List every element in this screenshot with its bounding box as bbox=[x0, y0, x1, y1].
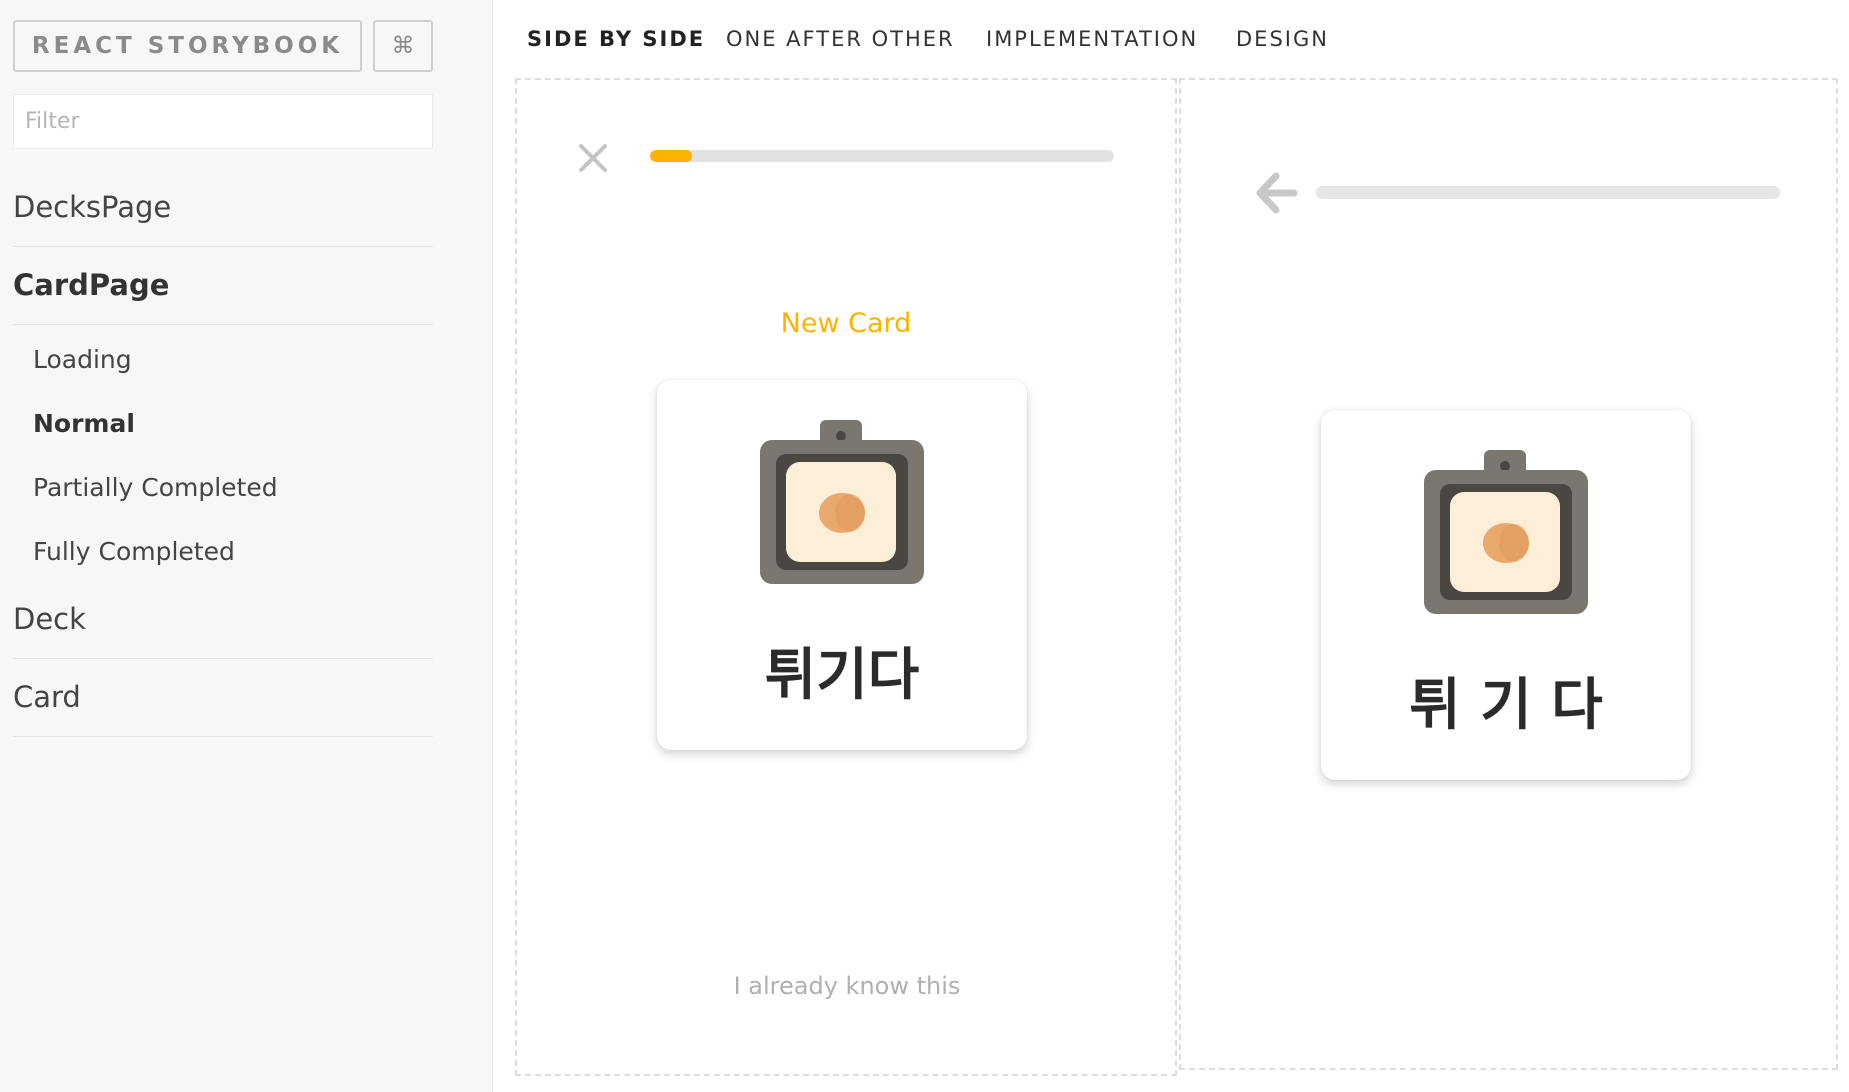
tab-side-by-side[interactable]: SIDE BY SIDE bbox=[527, 27, 705, 51]
sidebar-story-fully-completed[interactable]: Fully Completed bbox=[33, 537, 235, 566]
progress-bar bbox=[650, 150, 1114, 162]
flashcard[interactable]: 튀기다 bbox=[657, 380, 1027, 750]
card-word: 튀기다 bbox=[764, 643, 920, 708]
keyboard-shortcuts-button[interactable]: ⌘ bbox=[373, 20, 433, 72]
sidebar-kind-deckspage[interactable]: DecksPage bbox=[13, 190, 433, 247]
close-icon[interactable] bbox=[573, 138, 613, 178]
sidebar-kind-cardpage[interactable]: CardPage bbox=[13, 268, 433, 325]
tab-one-after-other[interactable]: ONE AFTER OTHER bbox=[726, 27, 955, 51]
design-flashcard: 튀 기 다 bbox=[1321, 410, 1691, 780]
sidebar-story-normal[interactable]: Normal bbox=[33, 409, 135, 438]
sidebar-kind-card[interactable]: Card bbox=[13, 680, 433, 737]
progress-fill bbox=[650, 150, 692, 162]
filter-input[interactable] bbox=[13, 94, 433, 149]
storybook-title-button[interactable]: REACT STORYBOOK bbox=[13, 20, 362, 72]
frying-pan-icon bbox=[1424, 450, 1588, 614]
design-card-word: 튀 기 다 bbox=[1409, 673, 1603, 738]
tab-implementation[interactable]: IMPLEMENTATION bbox=[986, 27, 1198, 51]
sidebar-kind-deck[interactable]: Deck bbox=[13, 602, 433, 659]
sidebar-story-loading[interactable]: Loading bbox=[33, 345, 132, 374]
frying-pan-icon bbox=[760, 420, 924, 584]
arrow-left-icon[interactable] bbox=[1254, 172, 1298, 214]
design-progress-bar bbox=[1316, 186, 1780, 199]
sidebar-story-partially-completed[interactable]: Partially Completed bbox=[33, 473, 278, 502]
tab-design[interactable]: DESIGN bbox=[1236, 27, 1329, 51]
storybook-sidebar: REACT STORYBOOK ⌘ DecksPage CardPage Loa… bbox=[0, 0, 493, 1092]
new-card-label: New Card bbox=[780, 308, 912, 339]
already-know-link[interactable]: I already know this bbox=[519, 972, 1175, 1000]
